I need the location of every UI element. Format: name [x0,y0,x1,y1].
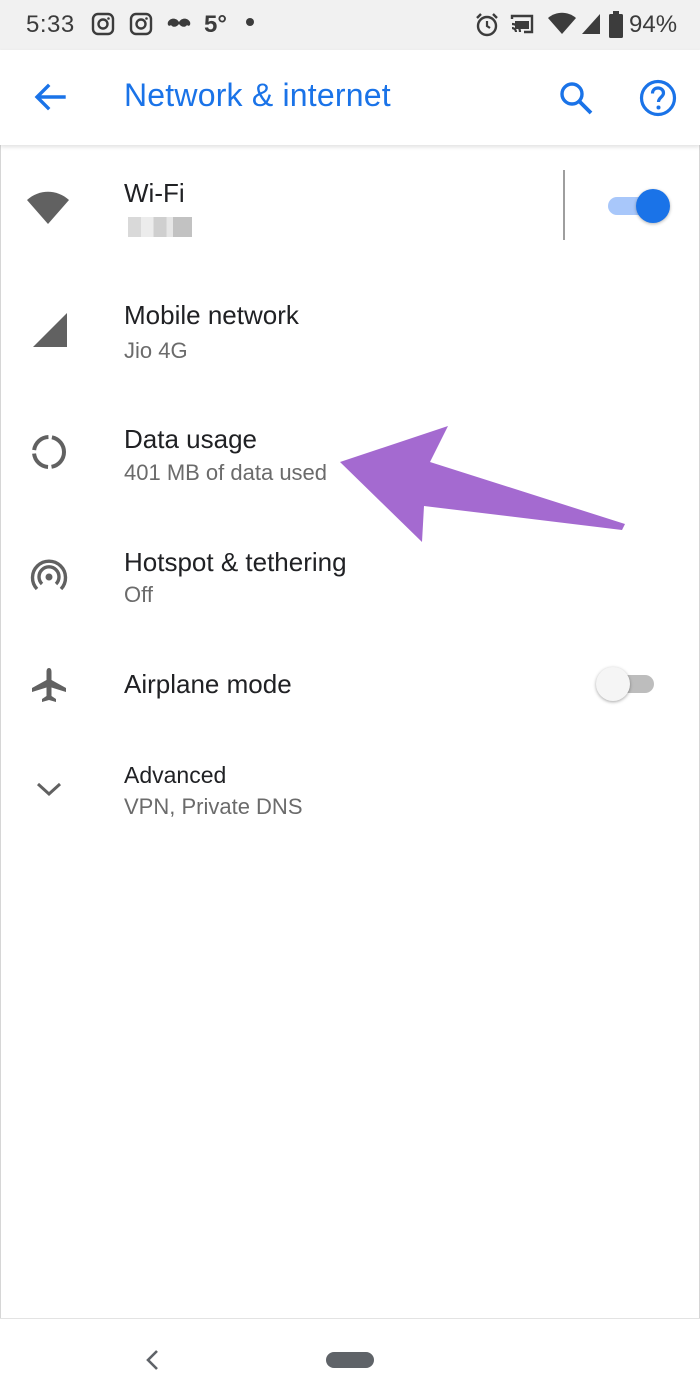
instagram-icon [129,12,153,36]
wifi-network-name-redacted [128,217,192,237]
advanced-title: Advanced [124,762,227,788]
nav-back-icon[interactable] [142,1347,164,1373]
status-temperature: 5° [204,11,227,38]
mobile-network-title: Mobile network [124,300,299,330]
chevron-down-icon [36,782,62,797]
cast-icon [510,14,534,34]
status-bar: 5:33 5° 94% [0,0,700,50]
instagram-icon [91,12,115,36]
advanced-subtitle: VPN, Private DNS [124,794,303,819]
advanced-setting[interactable]: Advanced VPN, Private DNS [0,745,700,840]
wifi-title: Wi-Fi [124,178,185,208]
alarm-icon [476,13,498,37]
battery-percentage: 94% [629,11,678,38]
annotation-arrow [340,426,625,542]
airplane-mode-toggle[interactable] [596,667,656,701]
wifi-divider [563,170,565,240]
wifi-icon [548,12,576,34]
data-usage-subtitle: 401 MB of data used [124,460,328,485]
data-usage-icon [32,435,66,469]
wifi-setting[interactable]: Wi-Fi [0,145,700,270]
airplane-icon [32,668,66,702]
page-title: Network & internet [124,77,391,113]
signal-icon [33,313,67,347]
search-icon[interactable] [558,80,594,116]
wifi-toggle-thumb [636,189,670,223]
signal-icon [582,14,600,34]
status-time: 5:33 [26,11,75,38]
notification-dot [246,18,254,26]
mobile-network-setting[interactable]: Mobile network Jio 4G [0,270,700,395]
navigation-bar [0,1318,700,1399]
mobile-network-subtitle: Jio 4G [124,338,188,363]
wifi-toggle[interactable] [608,189,670,223]
home-pill-button[interactable] [326,1352,374,1368]
wifi-icon [27,191,69,224]
airplane-mode-setting[interactable]: Airplane mode [0,640,700,730]
app-bar: Network & internet [0,50,700,145]
hotspot-icon [30,559,68,591]
data-usage-title: Data usage [124,424,257,454]
battery-icon [609,11,623,38]
airplane-mode-title: Airplane mode [124,669,292,699]
mustache-icon [167,18,191,27]
back-arrow-icon[interactable] [33,80,67,114]
airplane-toggle-thumb [596,667,630,701]
hotspot-title: Hotspot & tethering [124,547,347,577]
hotspot-subtitle: Off [124,582,153,607]
help-icon[interactable] [638,78,678,118]
